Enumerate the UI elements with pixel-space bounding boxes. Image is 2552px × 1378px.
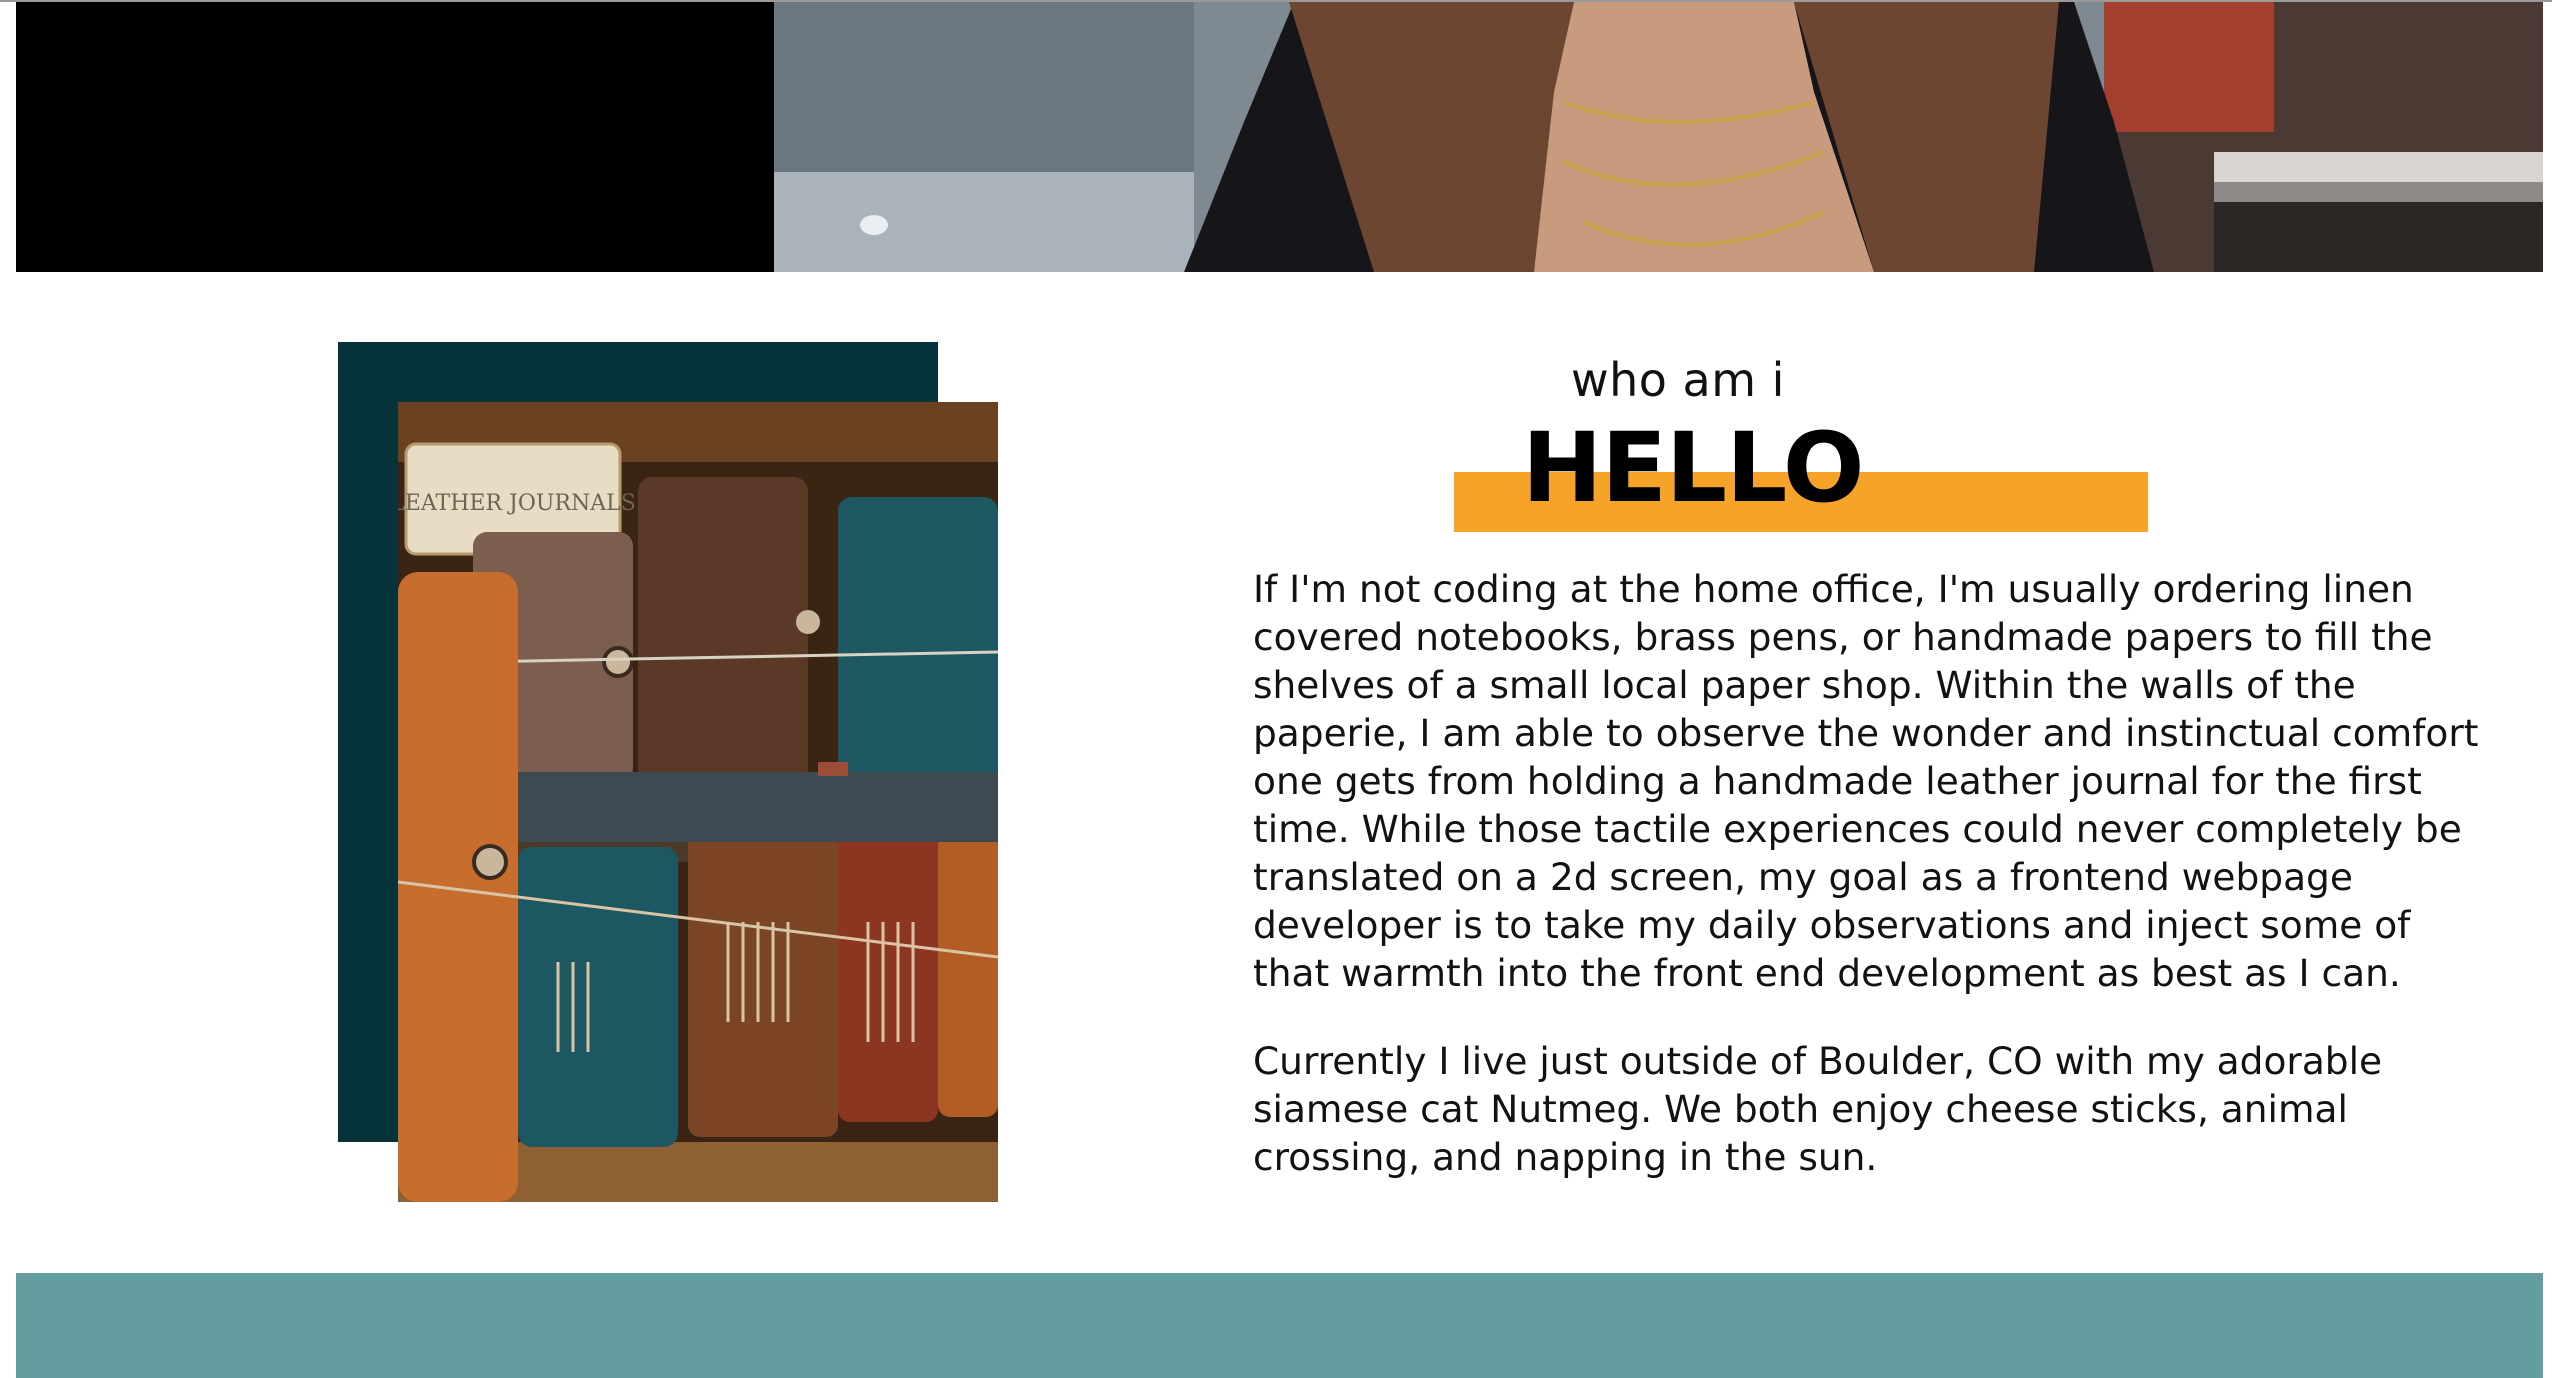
hero-portrait-photo bbox=[774, 2, 2543, 272]
journals-illustration: LEATHER JOURNALS bbox=[398, 402, 998, 1202]
hero-black-panel bbox=[16, 2, 774, 272]
leather-journals-photo: LEATHER JOURNALS bbox=[398, 402, 998, 1202]
journal-label-text: LEATHER JOURNALS bbox=[398, 491, 636, 516]
bio-paragraph-2: Currently I live just outside of Boulder… bbox=[1253, 1039, 2383, 1179]
page: LEATHER JOURNALS who am i HELLO If I'm n… bbox=[0, 0, 2552, 1378]
portrait-illustration bbox=[774, 2, 2543, 272]
section-eyebrow: who am i bbox=[1571, 353, 1785, 407]
section-heading: HELLO bbox=[1522, 412, 1864, 524]
hero-banner bbox=[16, 2, 2543, 272]
bio-paragraph-1: If I'm not coding at the home office, I'… bbox=[1253, 567, 2479, 995]
footer-band bbox=[16, 1273, 2543, 1378]
